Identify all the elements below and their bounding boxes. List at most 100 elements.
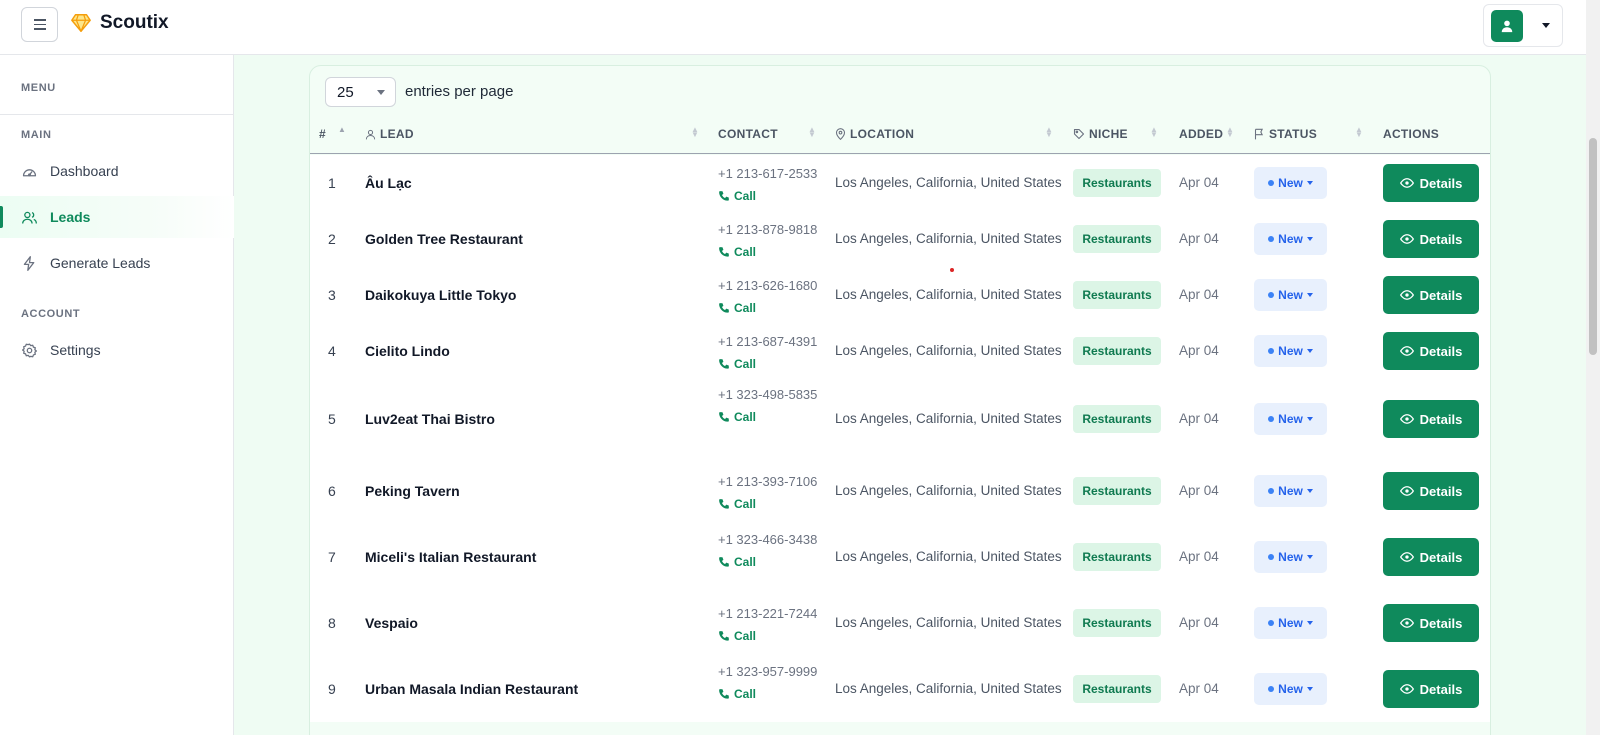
niche-badge: Restaurants [1073, 405, 1161, 433]
call-label: Call [734, 687, 757, 701]
phone-icon [719, 359, 729, 369]
call-link[interactable]: Call [718, 186, 823, 206]
call-link[interactable]: Call [718, 626, 823, 646]
table-row: 2 Golden Tree Restaurant +1 213-878-9818 Ca… [310, 211, 1490, 267]
location-cell: Los Angeles, California, United States [835, 287, 1062, 302]
column-label: LEAD [380, 127, 414, 141]
column-label: ACTIONS [1383, 127, 1440, 141]
lead-name[interactable]: Miceli's Italian Restaurant [365, 549, 536, 565]
status-dropdown[interactable]: New [1254, 403, 1327, 435]
column-header-contact[interactable]: CONTACT [718, 127, 778, 141]
details-button[interactable]: Details [1383, 472, 1479, 510]
caret-down-icon [1306, 621, 1313, 625]
status-dot-icon [1268, 620, 1275, 626]
details-button[interactable]: Details [1383, 220, 1479, 258]
lead-name[interactable]: Âu Lạc [365, 175, 412, 191]
details-button[interactable]: Details [1383, 538, 1479, 576]
page-scrollbar[interactable] [1586, 0, 1600, 735]
call-label: Call [734, 245, 757, 259]
call-link[interactable]: Call [718, 407, 823, 427]
column-header-niche[interactable]: NICHE [1073, 127, 1128, 141]
lead-name[interactable]: Urban Masala Indian Restaurant [365, 681, 578, 697]
details-button[interactable]: Details [1383, 604, 1479, 642]
caret-down-icon [1306, 237, 1313, 241]
map-pin-icon [835, 128, 846, 140]
lead-name[interactable]: Vespaio [365, 615, 418, 631]
hamburger-menu-button[interactable] [21, 7, 58, 42]
status-dropdown[interactable]: New [1254, 607, 1327, 639]
column-label: CONTACT [718, 127, 778, 141]
phone-number: +1 323-498-5835 [718, 387, 818, 402]
call-link[interactable]: Call [718, 494, 823, 514]
details-label: Details [1419, 231, 1463, 247]
location-cell: Los Angeles, California, United States [835, 483, 1062, 498]
details-button[interactable]: Details [1383, 670, 1479, 708]
caret-down-icon[interactable] [1542, 23, 1550, 28]
status-label: New [1278, 412, 1303, 426]
contact-cell: +1 213-221-7244 Call [718, 604, 823, 646]
status-dropdown[interactable]: New [1254, 335, 1327, 367]
brand[interactable]: Scoutix [70, 12, 169, 34]
lead-name[interactable]: Luv2eat Thai Bistro [365, 411, 495, 427]
table-row: 1 Âu Lạc +1 213-617-2533 Call Los Angeles, C… [310, 155, 1490, 211]
sidebar-item-leads[interactable]: Leads [0, 196, 234, 238]
status-dropdown[interactable]: New [1254, 167, 1327, 199]
column-header-location[interactable]: LOCATION [835, 127, 914, 141]
sidebar-item-dashboard[interactable]: Dashboard [0, 150, 234, 192]
bolt-icon [23, 255, 35, 271]
contact-cell: +1 213-617-2533 Call [718, 164, 823, 206]
details-button[interactable]: Details [1383, 332, 1479, 370]
status-dropdown[interactable]: New [1254, 223, 1327, 255]
added-date: Apr 04 [1179, 287, 1219, 302]
column-label: ADDED [1179, 127, 1224, 141]
lead-name[interactable]: Cielito Lindo [365, 343, 450, 359]
call-link[interactable]: Call [718, 354, 823, 374]
details-label: Details [1419, 287, 1463, 303]
app-name: Scoutix [100, 12, 169, 33]
entries-per-page-select[interactable]: 25 [325, 77, 396, 107]
phone-icon [719, 191, 729, 201]
phone-number: +1 213-626-1680 [718, 278, 818, 293]
contact-cell: +1 213-687-4391 Call [718, 332, 823, 374]
user-menu[interactable] [1483, 4, 1563, 47]
call-link[interactable]: Call [718, 552, 823, 572]
details-button[interactable]: Details [1383, 276, 1479, 314]
caret-down-icon [1306, 417, 1313, 421]
eye-icon [1399, 486, 1414, 496]
added-date: Apr 04 [1179, 549, 1219, 564]
status-dropdown[interactable]: New [1254, 541, 1327, 573]
details-button[interactable]: Details [1383, 400, 1479, 438]
call-link[interactable]: Call [718, 684, 823, 704]
avatar[interactable] [1491, 10, 1523, 42]
sort-icon: ▲ ▼ [1226, 125, 1234, 139]
flag-icon [1254, 128, 1264, 140]
gauge-icon [22, 168, 37, 176]
row-number: 9 [328, 681, 336, 697]
added-date: Apr 04 [1179, 615, 1219, 630]
lead-name[interactable]: Daikokuya Little Tokyo [365, 287, 516, 303]
sidebar-item-settings[interactable]: Settings [0, 329, 234, 371]
status-dropdown[interactable]: New [1254, 475, 1327, 507]
sidebar-item-generate-leads[interactable]: Generate Leads [0, 242, 234, 284]
call-link[interactable]: Call [718, 298, 823, 318]
status-dropdown[interactable]: New [1254, 673, 1327, 705]
lead-name[interactable]: Golden Tree Restaurant [365, 231, 523, 247]
column-label: # [319, 127, 326, 141]
column-header-status[interactable]: STATUS [1254, 127, 1317, 141]
details-button[interactable]: Details [1383, 164, 1479, 202]
row-number: 6 [328, 483, 336, 499]
column-header-number[interactable]: # [319, 127, 326, 141]
call-label: Call [734, 189, 757, 203]
column-header-lead[interactable]: LEAD [365, 127, 414, 141]
status-dropdown[interactable]: New [1254, 279, 1327, 311]
eye-icon [1399, 684, 1414, 694]
lead-name[interactable]: Peking Tavern [365, 483, 460, 499]
scrollbar-thumb[interactable] [1589, 138, 1597, 355]
column-header-added[interactable]: ADDED [1179, 127, 1223, 141]
call-link[interactable]: Call [718, 242, 823, 262]
leads-table-card: 25 entries per page # ▲ LEAD ▲ ▼ CONTACT … [309, 65, 1491, 735]
row-number: 7 [328, 549, 336, 565]
column-label: STATUS [1269, 127, 1318, 141]
status-label: New [1278, 232, 1303, 246]
table-row: 5 Luv2eat Thai Bistro +1 323-498-5835 Call L… [310, 379, 1490, 458]
